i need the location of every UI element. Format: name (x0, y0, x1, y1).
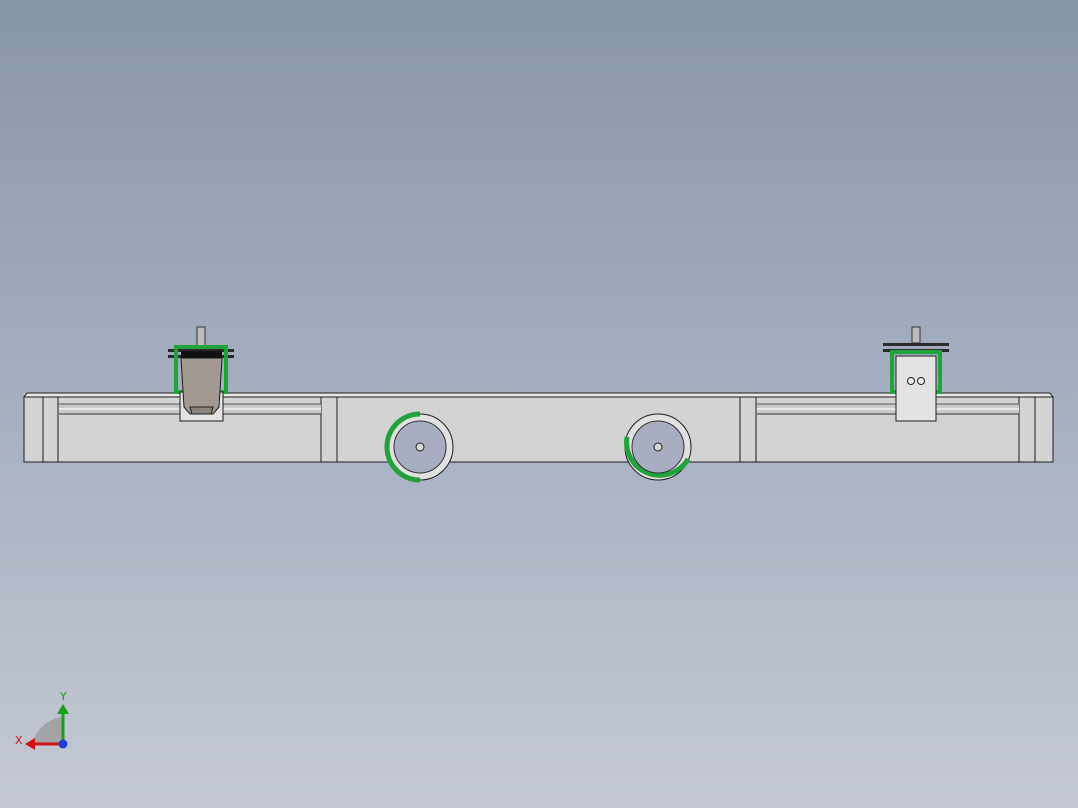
z-axis-dot (58, 739, 68, 749)
guide-rail-right[interactable] (757, 403, 1019, 415)
carriage-right-bolt-1 (907, 377, 915, 385)
model-canvas[interactable]: Y X (0, 0, 1078, 808)
carriage-right-plate (895, 355, 937, 422)
graphics-viewport[interactable]: Y X (0, 0, 1078, 808)
carriage-left-block (180, 357, 223, 415)
wheel-left[interactable] (384, 411, 454, 483)
wheel-right-axle (653, 442, 663, 452)
carriage-right-bolt-2 (917, 377, 925, 385)
carriage-left-shaft (196, 326, 206, 348)
wheel-right[interactable] (624, 413, 692, 481)
triad-shadow (32, 716, 63, 744)
reference-triad[interactable]: Y X (15, 690, 69, 750)
x-axis-arrow (25, 738, 35, 750)
x-axis-label: X (15, 734, 23, 747)
wheel-left-axle (415, 442, 425, 452)
carriage-right-shaft (911, 326, 921, 344)
y-axis-label: Y (59, 690, 67, 703)
y-axis-arrow (57, 704, 69, 714)
